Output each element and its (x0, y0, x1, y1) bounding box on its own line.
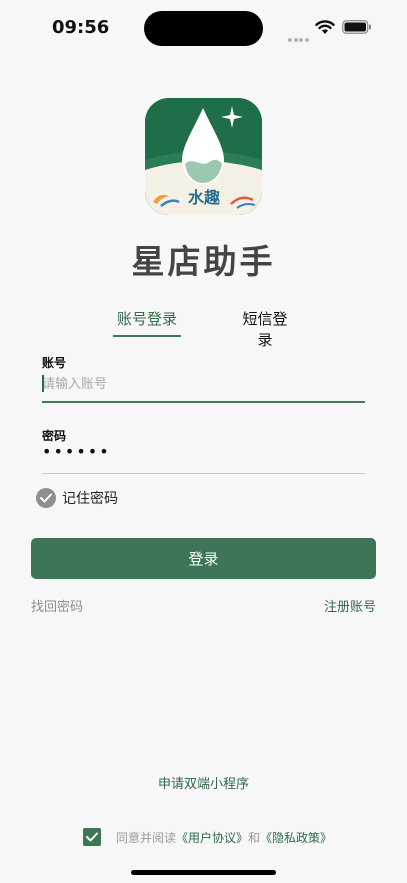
login-button[interactable]: 登录 (31, 538, 376, 579)
check-circle-icon[interactable] (36, 488, 56, 508)
app-title: 星店助手 (131, 242, 276, 281)
user-agreement-link[interactable]: 《用户协议》 (176, 829, 248, 846)
register-account-link[interactable]: 注册账号 (324, 596, 376, 615)
cellular-signal-icon (288, 27, 310, 42)
forgot-password-link[interactable]: 找回密码 (31, 596, 83, 615)
privacy-policy-link[interactable]: 《隐私政策》 (260, 829, 332, 846)
status-time: 09:56 (52, 17, 110, 38)
home-indicator (131, 870, 276, 875)
remember-password-label: 记住密码 (62, 491, 118, 507)
agreement-conjunction: 和 (248, 830, 261, 845)
wifi-icon (315, 20, 335, 34)
account-label: 账号 (42, 356, 67, 370)
app-logo: 水趣 (145, 98, 262, 215)
remember-password-toggle[interactable]: 记住密码 (36, 487, 118, 509)
tab-account-login[interactable]: 账号登录 (113, 308, 181, 329)
tab-sms-login[interactable]: 短信登录 (236, 308, 294, 350)
agreement-checkbox[interactable] (83, 828, 101, 846)
apply-miniapp-link[interactable]: 申请双端小程序 (0, 773, 407, 792)
active-tab-indicator (113, 335, 181, 337)
agreement-prefix: 同意并阅读 (116, 830, 177, 845)
logo-brand-text: 水趣 (187, 188, 220, 207)
password-input[interactable]: •••••• (42, 442, 365, 468)
text-cursor (42, 375, 44, 392)
battery-icon (342, 20, 371, 34)
dynamic-island (144, 11, 263, 46)
checkmark-icon (86, 832, 98, 842)
password-underline (42, 473, 365, 474)
account-underline (42, 401, 365, 403)
status-bar: 09:56 (0, 0, 407, 56)
account-input[interactable] (42, 371, 365, 397)
agreement-row: 同意并阅读 《用户协议》 和 《隐私政策》 (83, 827, 332, 847)
